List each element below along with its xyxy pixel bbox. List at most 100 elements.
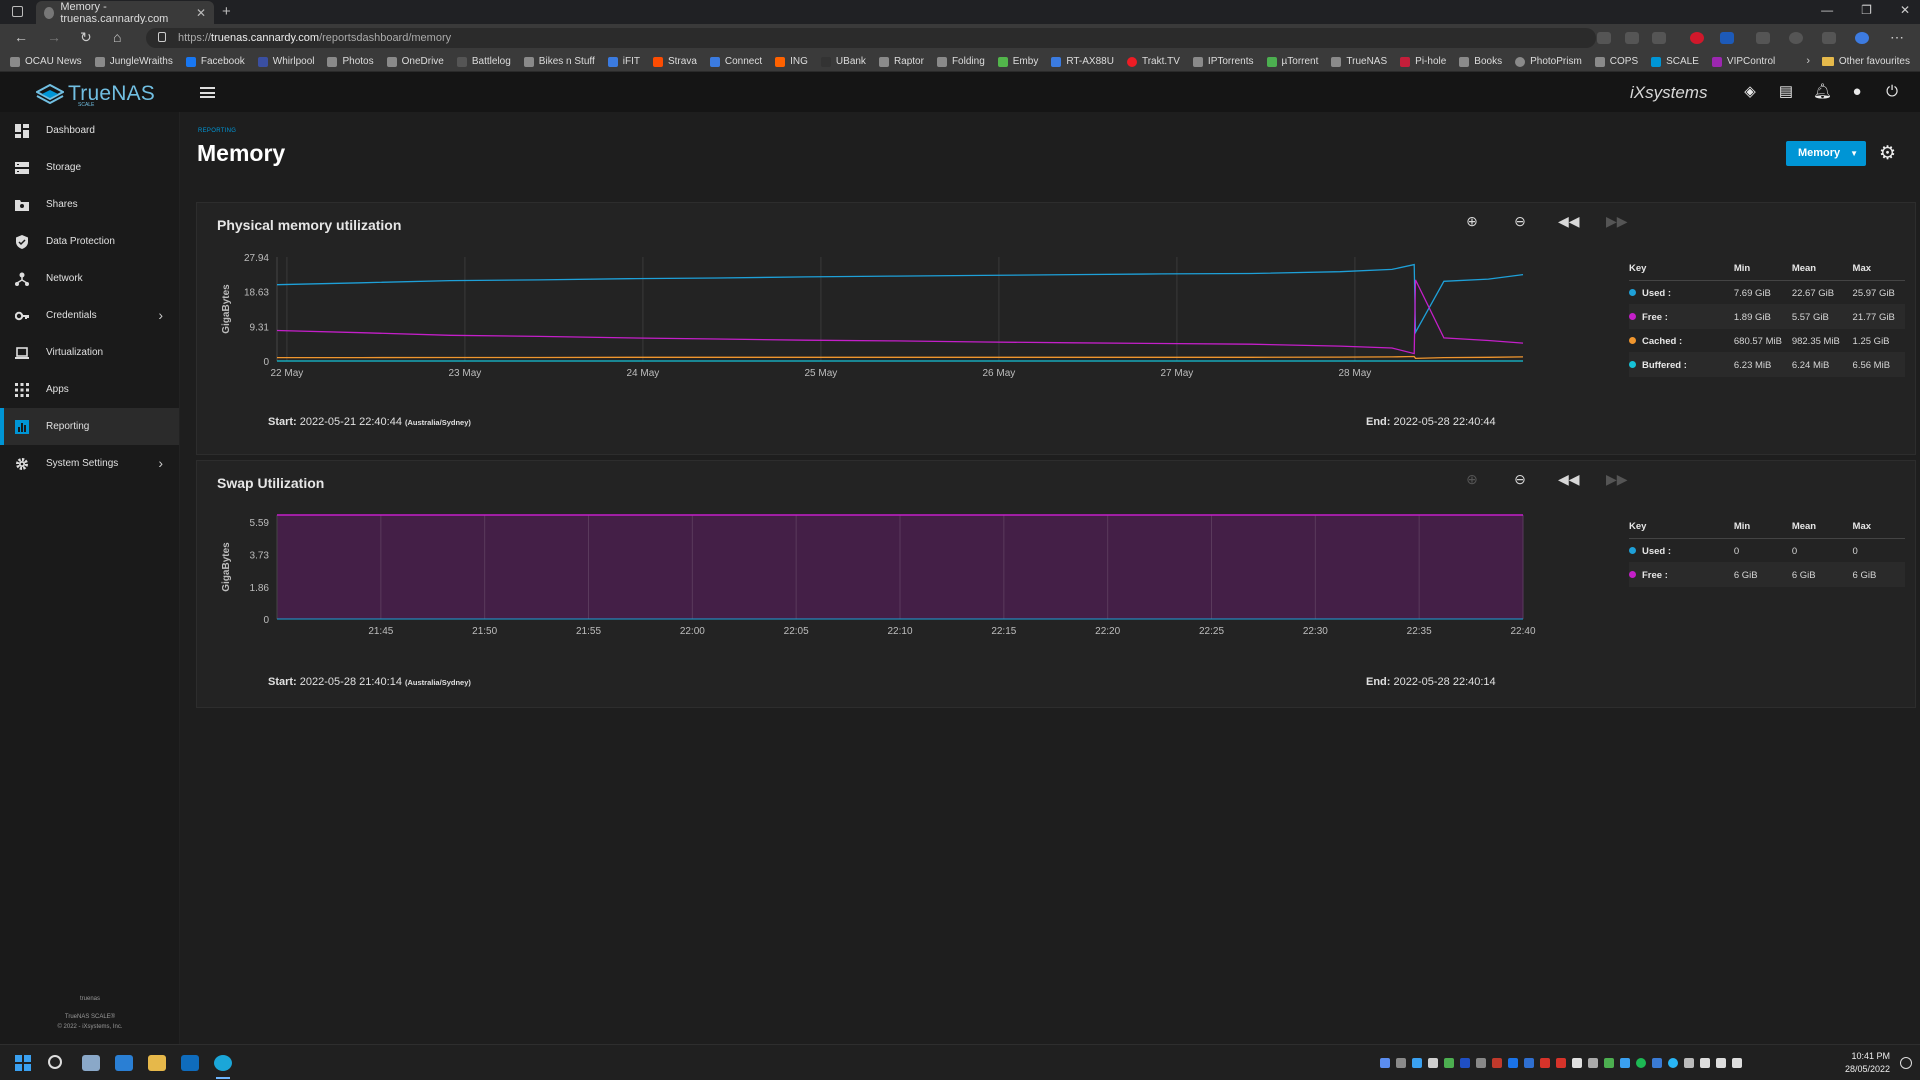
bookmark[interactable]: SCALE <box>1651 56 1699 67</box>
tray-icon[interactable] <box>1636 1058 1646 1068</box>
bookmark[interactable]: OneDrive <box>386 56 444 67</box>
new-tab-icon[interactable]: + <box>222 3 231 20</box>
browser-tab[interactable]: Memory - truenas.cannardy.com ✕ <box>36 1 214 25</box>
windows-start-icon[interactable] <box>15 1055 31 1071</box>
step-back-icon[interactable]: ◀◀ <box>1558 471 1580 488</box>
minimize-icon[interactable]: — <box>1821 3 1833 17</box>
file-explorer-icon[interactable] <box>148 1055 166 1071</box>
bookmark[interactable]: Folding <box>936 56 985 67</box>
step-back-icon[interactable]: ◀◀ <box>1558 213 1580 230</box>
mail-icon[interactable] <box>115 1055 133 1071</box>
bookmark[interactable]: PhotoPrism <box>1515 56 1582 67</box>
text-size-icon[interactable] <box>1625 32 1639 44</box>
sidebar-item-data-protection[interactable]: Data Protection <box>0 223 179 260</box>
tray-icon[interactable] <box>1460 1058 1470 1068</box>
task-manager-icon[interactable]: ▤ <box>1778 84 1794 100</box>
favorites-icon[interactable] <box>1756 32 1770 44</box>
bookmark[interactable]: Pi-hole <box>1400 56 1446 67</box>
swap-chart[interactable]: 21:45 21:50 21:55 22:00 22:05 22:10 22:15 22:20… <box>217 501 1617 671</box>
downloads-icon[interactable] <box>1822 32 1836 44</box>
url-field[interactable]: https://truenas.cannardy.com/reportsdash… <box>146 28 1596 48</box>
bookmark[interactable]: TrueNAS <box>1331 56 1387 67</box>
widgets-icon[interactable] <box>82 1055 100 1071</box>
tray-icon[interactable] <box>1604 1058 1614 1068</box>
back-icon[interactable]: ← <box>14 29 28 45</box>
sidebar-item-virtualization[interactable]: Virtualization <box>0 334 179 371</box>
notification-center-icon[interactable] <box>1900 1057 1912 1069</box>
bookmark[interactable]: Trakt.TV <box>1126 56 1180 67</box>
bookmark[interactable]: Battlelog <box>456 56 511 67</box>
tray-icon[interactable] <box>1620 1058 1630 1068</box>
volume-icon[interactable] <box>1732 1058 1742 1068</box>
bookmarks-overflow-icon[interactable]: › <box>1806 55 1810 67</box>
breadcrumb[interactable]: REPORTING <box>198 128 236 134</box>
bookmark[interactable]: Connect <box>709 56 762 67</box>
tray-icon[interactable] <box>1412 1058 1422 1068</box>
zoom-out-icon[interactable]: ⊖ <box>1510 471 1530 488</box>
bookmark[interactable]: Whirlpool <box>257 56 314 67</box>
sidebar-item-reporting[interactable]: Reporting <box>0 408 179 445</box>
tray-icon[interactable] <box>1396 1058 1406 1068</box>
bookmark[interactable]: COPS <box>1594 56 1638 67</box>
bookmark[interactable]: Bikes n Stuff <box>523 56 595 67</box>
sidebar-item-system-settings[interactable]: System Settings › <box>0 445 179 482</box>
bookmark[interactable]: OCAU News <box>10 56 82 67</box>
close-tab-icon[interactable]: ✕ <box>196 6 206 20</box>
ixsystems-logo[interactable]: iXsystems <box>1630 83 1707 103</box>
sidebar-item-shares[interactable]: Shares <box>0 186 179 223</box>
sidebar-item-network[interactable]: Network <box>0 260 179 297</box>
tray-icon[interactable] <box>1588 1058 1598 1068</box>
network-status-icon[interactable] <box>1716 1058 1726 1068</box>
bluetooth-icon[interactable] <box>1652 1058 1662 1068</box>
zoom-in-icon[interactable]: ⊕ <box>1462 471 1482 488</box>
home-icon[interactable]: ⌂ <box>113 29 121 45</box>
sidebar-item-dashboard[interactable]: Dashboard <box>0 112 179 149</box>
notifications-bell-icon[interactable]: 🔔︎ <box>1813 84 1832 100</box>
tray-chevron-icon[interactable] <box>1684 1058 1694 1068</box>
sidebar-item-apps[interactable]: Apps <box>0 371 179 408</box>
extension-shield-icon[interactable] <box>1720 32 1734 44</box>
tray-icon[interactable] <box>1444 1058 1454 1068</box>
bookmark[interactable]: Strava <box>652 56 697 67</box>
account-circle-icon[interactable]: ● <box>1849 84 1865 100</box>
tray-icon[interactable] <box>1572 1058 1582 1068</box>
bookmark[interactable]: Photos <box>327 56 374 67</box>
zoom-in-icon[interactable]: ⊕ <box>1462 213 1482 230</box>
tray-icon[interactable] <box>1540 1058 1550 1068</box>
truecommand-icon[interactable]: ◈ <box>1742 84 1758 100</box>
more-menu-icon[interactable]: ⋯ <box>1890 29 1904 46</box>
tray-icon[interactable] <box>1492 1058 1502 1068</box>
bookmark[interactable]: RT-AX88U <box>1051 56 1114 67</box>
edge-browser-icon[interactable] <box>214 1055 232 1071</box>
search-icon[interactable] <box>48 1055 62 1069</box>
memory-chart[interactable]: 22 May 23 May 24 May 25 May 26 May 27 May 28 M… <box>217 243 1617 413</box>
bookmark[interactable]: UBank <box>820 56 866 67</box>
refresh-icon[interactable]: ↻ <box>80 29 92 46</box>
extension-red-icon[interactable] <box>1690 32 1704 44</box>
tray-icon[interactable] <box>1668 1058 1678 1068</box>
step-forward-icon[interactable]: ▶▶ <box>1606 471 1628 488</box>
favorite-add-icon[interactable] <box>1652 32 1666 44</box>
restore-icon[interactable]: ❐ <box>1861 3 1872 17</box>
bookmark[interactable]: Books <box>1459 56 1502 67</box>
bookmark[interactable]: VIPControl <box>1711 56 1775 67</box>
bookmark[interactable]: IPTorrents <box>1192 56 1254 67</box>
other-favourites[interactable]: Other favourites <box>1821 56 1910 67</box>
truenas-logo[interactable]: TrueNAS <box>36 82 155 106</box>
close-window-icon[interactable]: ✕ <box>1900 3 1910 17</box>
bookmark[interactable]: Raptor <box>878 56 924 67</box>
forward-icon[interactable]: → <box>47 29 61 45</box>
bookmark[interactable]: ING <box>775 56 808 67</box>
settings-gear-icon[interactable]: ⚙ <box>1879 142 1896 165</box>
bookmark[interactable]: iFIT <box>607 56 640 67</box>
zoom-out-icon[interactable]: ⊖ <box>1510 213 1530 230</box>
onedrive-icon[interactable] <box>1700 1058 1710 1068</box>
tray-icon[interactable] <box>1556 1058 1566 1068</box>
sidebar-item-storage[interactable]: Storage <box>0 149 179 186</box>
tray-icon[interactable] <box>1508 1058 1518 1068</box>
system-clock[interactable]: 10:41 PM 28/05/2022 <box>1845 1050 1890 1076</box>
history-icon[interactable] <box>1789 32 1803 44</box>
power-icon[interactable]: ⏻ <box>1884 84 1900 100</box>
sidebar-item-credentials[interactable]: Credentials › <box>0 297 179 334</box>
outlook-icon[interactable] <box>181 1055 199 1071</box>
